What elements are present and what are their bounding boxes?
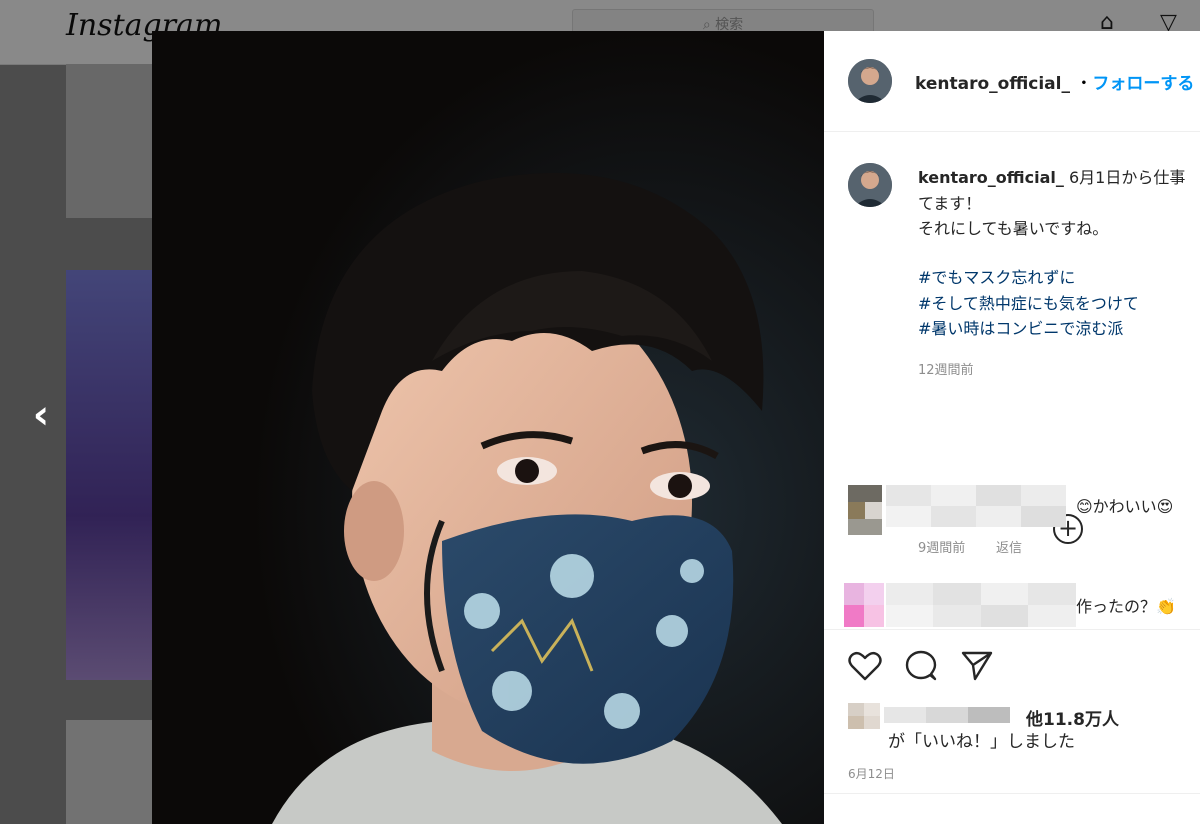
action-bar (824, 629, 1200, 681)
caption-text-block: kentaro_official_ 6月1日から仕事 てます！ それにしても暑い… (918, 165, 1200, 242)
header-separator: ・ (1075, 74, 1093, 94)
like-heart-icon[interactable] (848, 650, 882, 682)
comment-timestamp[interactable]: 9週間前 (918, 537, 965, 556)
hashtag-list: #でもマスク忘れずに #そして熱中症にも気をつけて #暑い時はコンビニで涼む派 (918, 265, 1139, 342)
post-side-panel: kentaro_official_ ・フォローする kentaro_offici… (824, 31, 1200, 824)
post-header-line: kentaro_official_ ・フォローする (915, 69, 1194, 94)
follow-button[interactable]: フォローする (1092, 74, 1194, 94)
comment-bubble-icon[interactable] (904, 650, 938, 682)
hashtag-link[interactable]: #そして熱中症にも気をつけて (918, 291, 1139, 317)
comment-text: 😊かわいい😍 (1076, 497, 1174, 516)
blurred-liker-avatar (848, 703, 880, 729)
post-modal: kentaro_official_ ・フォローする kentaro_offici… (152, 31, 1200, 824)
post-photo-image (152, 31, 824, 824)
post-caption: kentaro_official_ 6月1日から仕事 てます！ それにしても暑い… (824, 131, 1200, 544)
blurred-username (886, 583, 1076, 627)
comment-item: 作ったの？👏 (824, 579, 1200, 629)
author-username[interactable]: kentaro_official_ (915, 74, 1070, 94)
divider (824, 793, 1200, 794)
share-direct-icon[interactable] (960, 650, 994, 682)
hashtag-link[interactable]: #でもマスク忘れずに (918, 265, 1139, 291)
post-header: kentaro_official_ ・フォローする (824, 31, 1200, 132)
caption-author-avatar[interactable] (848, 163, 892, 207)
hashtag-link[interactable]: #暑い時はコンビニで涼む派 (918, 316, 1139, 342)
blurred-avatar (848, 485, 882, 535)
caption-timestamp[interactable]: 12週間前 (918, 359, 974, 378)
comment-text: 作ったの？👏 (1076, 597, 1176, 616)
previous-post-arrow-icon[interactable]: ‹ (24, 392, 58, 438)
reply-button[interactable]: 返信 (996, 537, 1022, 556)
likes-text: が「いいね！」しました (888, 732, 1075, 752)
caption-username[interactable]: kentaro_official_ (918, 168, 1064, 187)
blurred-username (886, 485, 1066, 527)
post-photo (152, 31, 824, 824)
comment-item: 😊かわいい😍 9週間前 返信 (824, 481, 1200, 561)
post-date[interactable]: 6月12日 (848, 765, 895, 782)
blurred-avatar (844, 583, 884, 627)
blurred-liker-name (884, 707, 1010, 723)
author-avatar[interactable] (848, 59, 892, 103)
